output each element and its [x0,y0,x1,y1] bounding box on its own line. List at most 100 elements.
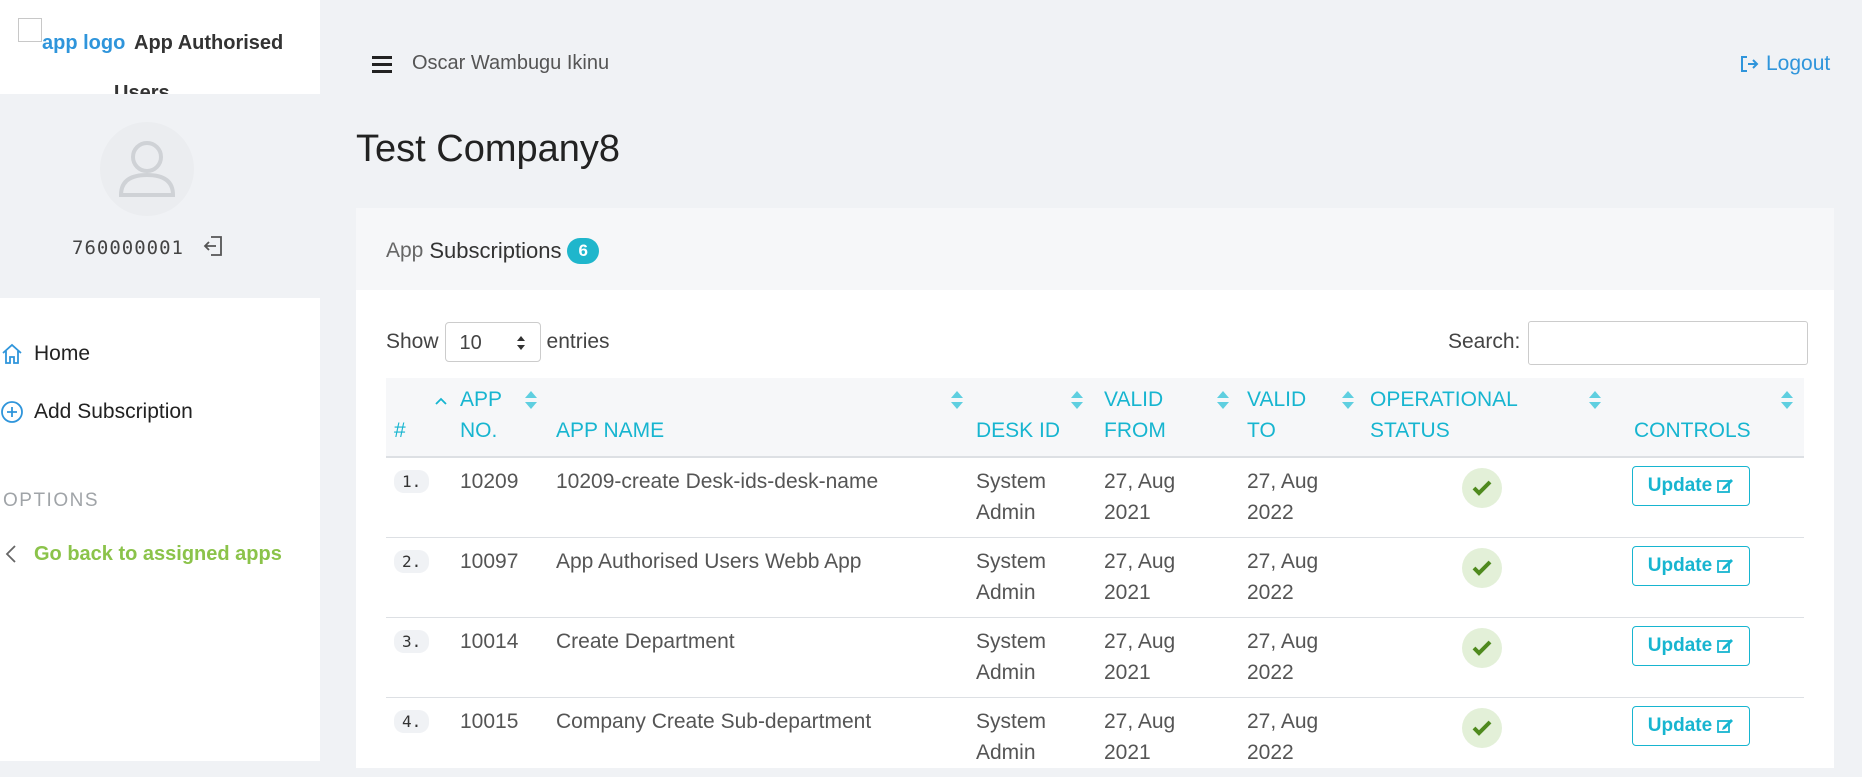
column-header-valid-to[interactable]: VALID TO [1247,378,1357,456]
chevron-left-icon [0,542,24,566]
avatar [100,122,194,216]
column-header-label: OPERATIONAL STATUS [1370,388,1518,442]
current-user-name: Oscar Wambugu Ikinu [412,52,610,74]
status-check-icon [1462,708,1502,748]
app-no-cell: 10097 [460,550,519,573]
home-icon [0,342,24,366]
desk-id-cell: System Admin [976,630,1047,684]
update-button-label: Update [1647,475,1713,496]
column-header-app-no[interactable]: APP NO. [460,378,550,456]
card-title-main: Subscriptions [429,238,562,263]
valid-to-cell: 27, Aug 2022 [1247,630,1319,684]
app-name-cell: Company Create Sub-department [556,710,872,733]
column-header-label: # [394,419,406,442]
column-header-label: DESK ID [976,419,1061,442]
page-size-value: 10 [459,332,482,354]
column-header-label: APP NO. [460,388,503,442]
table-header: # APP NO. APP NAME DESK ID VALID FROM VALI… [386,378,1804,458]
logout-icon [1741,56,1759,72]
update-button[interactable]: Update [1632,546,1750,586]
sort-icon [1342,391,1354,409]
subscriptions-card: App Subscriptions 6 Show 10 entries Sear… [356,208,1834,768]
table-row: 1. 10209 10209-create Desk-ids-desk-name… [386,458,1804,538]
valid-to-cell: 27, Aug 2022 [1247,470,1319,524]
update-button-label: Update [1647,555,1713,576]
sidebar-item-go-back[interactable]: Go back to assigned apps [0,538,282,570]
column-header-label: APP NAME [556,419,665,442]
sidebar-item-label: Add Subscription [34,400,193,423]
logout-label: Logout [1766,52,1831,75]
sidebar-item-label: Go back to assigned apps [34,542,282,565]
edit-icon [1717,639,1734,653]
update-button[interactable]: Update [1632,466,1750,506]
app-name-cell: Create Department [556,630,735,653]
user-icon [118,141,176,197]
brand-title: App Authorised [134,32,284,54]
update-button[interactable]: Update [1632,706,1750,746]
count-badge: 6 [567,238,599,264]
options-heading: OPTIONS [3,490,100,511]
table-row: 2. 10097 App Authorised Users Webb App S… [386,538,1804,618]
sidebar-item-label: Home [34,342,91,365]
edit-icon [1717,559,1734,573]
app-name-cell: 10209-create Desk-ids-desk-name [556,470,879,493]
app-no-cell: 10209 [460,470,519,493]
edit-icon [1717,719,1734,733]
sort-icon [1781,391,1793,409]
status-check-icon [1462,468,1502,508]
sidebar-item-home[interactable]: Home [0,338,90,370]
row-number: 2. [394,550,430,573]
sidebar: app logo App Authorised Users 760000001 … [0,0,320,761]
column-header-valid-from[interactable]: VALID FROM [1104,378,1234,456]
sign-out-icon[interactable] [202,234,226,258]
app-name-cell: App Authorised Users Webb App [556,550,862,573]
valid-from-cell: 27, Aug 2021 [1104,630,1176,684]
search-input[interactable] [1528,321,1808,365]
column-header-controls[interactable]: CONTROLS [1634,378,1799,456]
sort-icon [1589,391,1601,409]
page-size-control: Show 10 entries [386,322,610,362]
menu-toggle-icon[interactable] [372,56,392,74]
sort-icon [951,391,963,409]
column-header-desk-id[interactable]: DESK ID [976,378,1096,456]
column-header-number[interactable]: # [394,378,454,456]
desk-id-cell: System Admin [976,470,1047,524]
update-button-label: Update [1647,635,1713,656]
column-header-label: CONTROLS [1634,419,1751,442]
status-check-icon [1462,628,1502,668]
brand: app logo App Authorised Users [0,0,320,94]
logout-link[interactable]: Logout [1740,52,1830,76]
desk-id-cell: System Admin [976,550,1047,604]
column-header-label: VALID TO [1247,388,1307,442]
app-no-cell: 10014 [460,630,519,653]
update-button[interactable]: Update [1632,626,1750,666]
sort-icon [1071,391,1083,409]
sort-icon [525,391,537,409]
column-header-app-name[interactable]: APP NAME [556,378,966,456]
valid-to-cell: 27, Aug 2022 [1247,550,1319,604]
desk-id-cell: System Admin [976,710,1047,764]
profile-panel: 760000001 [0,94,320,298]
card-title-prefix: App [386,239,424,262]
row-number: 1. [394,470,430,493]
column-header-operational-status[interactable]: OPERATIONAL STATUS [1370,378,1630,456]
app-logo-image [18,18,42,42]
page-size-select[interactable]: 10 [444,322,541,362]
valid-from-cell: 27, Aug 2021 [1104,470,1176,524]
show-label: Show [386,330,439,353]
app-logo-alt-text: app logo [42,32,126,54]
column-header-label: VALID FROM [1104,388,1166,442]
user-id: 760000001 [72,237,184,259]
entries-label: entries [546,330,610,353]
sidebar-item-add-subscription[interactable]: Add Subscription [0,396,193,428]
valid-from-cell: 27, Aug 2021 [1104,710,1176,764]
valid-to-cell: 27, Aug 2022 [1247,710,1319,764]
edit-icon [1717,479,1734,493]
brand-title-line2: Users [114,82,170,94]
row-number: 3. [394,630,430,653]
page-title: Test Company8 [356,128,621,170]
table-row: 3. 10014 Create Department System Admin 2… [386,618,1804,698]
sort-icon [1217,391,1229,409]
search-label: Search: [1448,330,1521,353]
status-check-icon [1462,548,1502,588]
